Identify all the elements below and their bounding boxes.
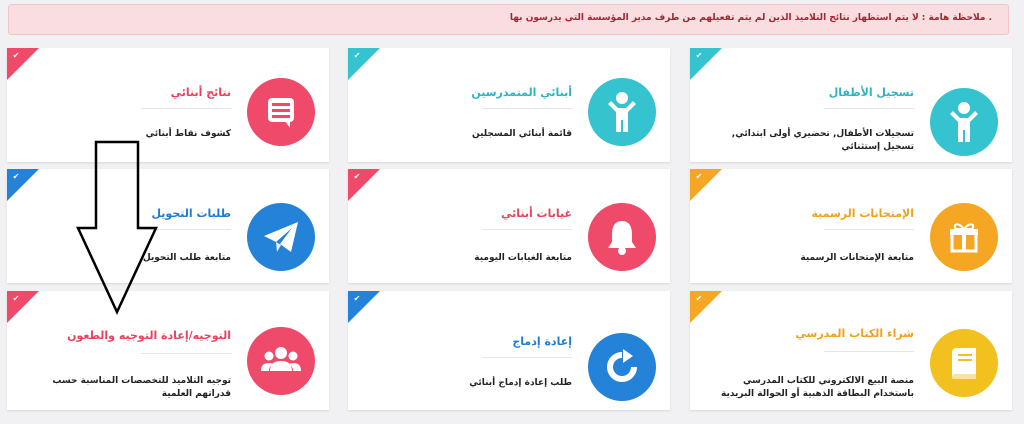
- card-title: شراء الكتاب المدرسي: [795, 327, 914, 340]
- card-children-absences[interactable]: ✔ غيابات أبنائي متابعة الغيابات اليومية: [348, 169, 670, 283]
- book-icon: [930, 329, 998, 397]
- card-title: تسجيل الأطفال: [828, 86, 914, 99]
- card-title: طلبات التحويل: [151, 207, 231, 220]
- card-description: طلب إعادة إدماج أبنائي: [469, 378, 572, 388]
- card-description: تسجيلات الأطفال, تحضيري أولى ابتدائي, تس…: [731, 129, 914, 152]
- card-title: الإمتحانات الرسمية: [811, 207, 914, 220]
- check-icon: ✔: [353, 172, 361, 181]
- card-register-children[interactable]: ✔ تسجيل الأطفال تسجيلات الأطفال, تحضيري …: [690, 48, 1012, 162]
- card-children-results[interactable]: ✔ نتائج أبنائي كشوف نقاط أبنائي: [7, 48, 329, 162]
- card-buy-textbook[interactable]: ✔ شراء الكتاب المدرسي منصة البيع الالكتر…: [690, 291, 1012, 410]
- card-title: إعادة إدماج: [512, 335, 572, 348]
- card-description: قائمة أبنائي المسجلين: [471, 129, 572, 139]
- users-group-icon: [247, 327, 315, 395]
- check-icon: ✔: [12, 51, 20, 60]
- check-icon: ✔: [12, 294, 20, 303]
- gift-icon: [930, 203, 998, 271]
- card-official-exams[interactable]: ✔ الإمتحانات الرسمية متابعة الإمتحانات ا…: [690, 169, 1012, 283]
- child-icon: [588, 78, 656, 146]
- card-description: متابعة الإمتحانات الرسمية: [800, 253, 914, 263]
- card-description: متابعة الغيابات اليومية: [474, 253, 572, 263]
- card-title: نتائج أبنائي: [170, 86, 231, 99]
- message-list-icon: [247, 78, 315, 146]
- check-icon: ✔: [353, 294, 361, 303]
- card-title: أبنائي المتمدرسين: [471, 86, 572, 99]
- check-icon: ✔: [695, 51, 703, 60]
- check-icon: ✔: [353, 51, 361, 60]
- card-title: غيابات أبنائي: [500, 207, 572, 220]
- card-orientation-appeals[interactable]: ✔ التوجيه/إعادة التوجيه والطعون توجيه ال…: [7, 291, 329, 410]
- refresh-icon: [588, 333, 656, 401]
- check-icon: ✔: [12, 172, 20, 181]
- card-enrolled-children[interactable]: ✔ أبنائي المتمدرسين قائمة أبنائي المسجلي…: [348, 48, 670, 162]
- arrow-down-annotation: [76, 140, 158, 315]
- child-icon: [930, 88, 998, 156]
- card-transfer-requests[interactable]: ✔ طلبات التحويل متابعة طلب التحويل: [7, 169, 329, 283]
- check-icon: ✔: [695, 294, 703, 303]
- paper-plane-icon: [247, 203, 315, 271]
- card-description: توجيه التلاميذ للتخصصات المناسبة حسب قدر…: [52, 376, 231, 399]
- card-reintegration[interactable]: ✔ إعادة إدماج طلب إعادة إدماج أبنائي: [348, 291, 670, 410]
- check-icon: ✔: [695, 172, 703, 181]
- card-description: منصة البيع الالكتروني للكتاب المدرسي باس…: [720, 376, 914, 399]
- bell-icon: [588, 203, 656, 271]
- card-title: التوجيه/إعادة التوجيه والطعون: [67, 329, 231, 342]
